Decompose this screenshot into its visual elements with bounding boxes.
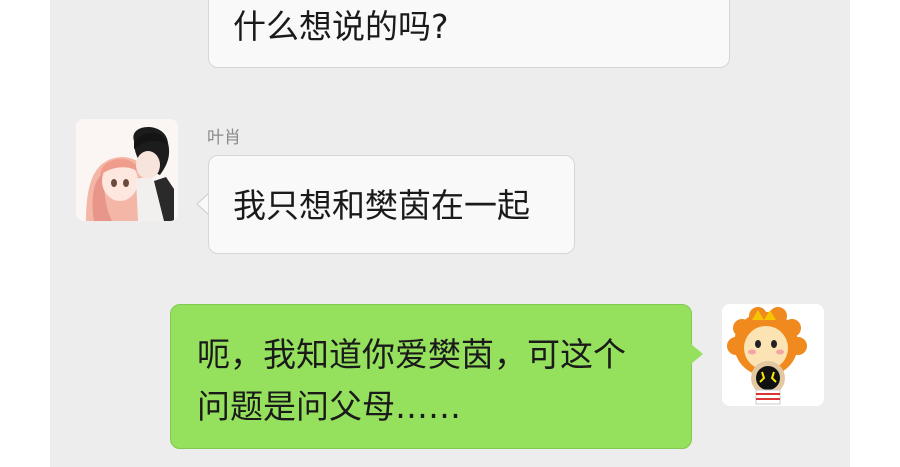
own-avatar[interactable] [722, 304, 824, 406]
message-bubble-incoming[interactable]: 什么想说的吗? [208, 0, 730, 68]
lion-mascot-avatar-icon [722, 304, 824, 406]
sender-name: 叶肖 [207, 128, 241, 148]
message-bubble-outgoing[interactable]: 呃，我知道你爱樊茵，可这个 问题是问父母…… [170, 304, 692, 449]
couple-anime-avatar-icon [76, 119, 178, 221]
message-bubble-incoming[interactable]: 我只想和樊茵在一起 [208, 155, 575, 254]
message-text: 我只想和樊茵在一起 [233, 186, 530, 225]
bubble-tail [691, 344, 703, 364]
message-text: 呃，我知道你爱樊茵，可这个 问题是问父母…… [197, 335, 626, 426]
sender-avatar[interactable] [76, 119, 178, 221]
message-text: 什么想说的吗? [233, 7, 449, 46]
